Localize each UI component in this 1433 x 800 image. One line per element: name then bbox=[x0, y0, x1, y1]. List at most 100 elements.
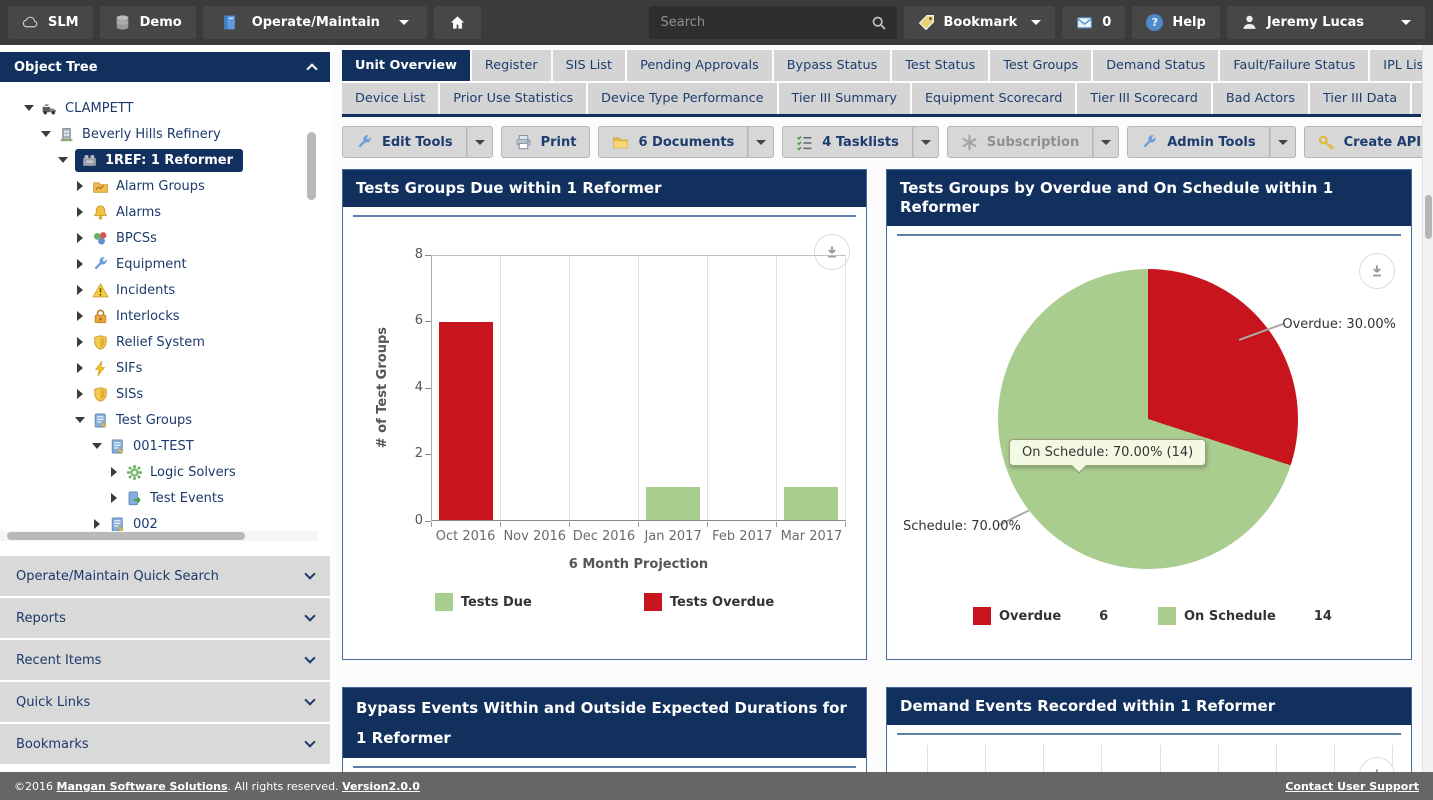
tab-tier-iii-scorecard[interactable]: Tier III Scorecard bbox=[1077, 83, 1210, 114]
tree-item-interlocks[interactable]: Interlocks bbox=[0, 303, 330, 329]
tree-horizontal-scrollbar[interactable] bbox=[0, 531, 318, 541]
tree-item-beverly-hills-refinery[interactable]: Beverly Hills Refinery bbox=[0, 121, 330, 147]
expand-arrow-icon[interactable] bbox=[75, 337, 85, 347]
create-api-button[interactable]: Create API bbox=[1304, 126, 1422, 158]
expand-arrow-icon[interactable] bbox=[75, 311, 85, 321]
admin-tools-button[interactable]: Admin Tools bbox=[1127, 126, 1269, 158]
expand-arrow-icon[interactable] bbox=[75, 181, 85, 191]
expand-arrow-icon[interactable] bbox=[109, 493, 119, 503]
tab-tier-iii-data[interactable]: Tier III Data bbox=[1310, 83, 1410, 114]
tab-device-list[interactable]: Device List bbox=[342, 83, 438, 114]
tree-item-logic-solvers[interactable]: Logic Solvers bbox=[0, 459, 330, 485]
legend-item-tests-overdue[interactable]: Tests Overdue bbox=[644, 593, 774, 611]
expand-arrow-icon[interactable] bbox=[92, 441, 102, 451]
expand-arrow-icon[interactable] bbox=[109, 467, 119, 477]
tab-ipl-list[interactable]: IPL List bbox=[1370, 50, 1422, 81]
sidebar-section-bookmarks[interactable]: Bookmarks bbox=[0, 724, 330, 764]
print-button[interactable]: Print bbox=[501, 126, 591, 158]
tab-bad-actors[interactable]: Bad Actors bbox=[1213, 83, 1308, 114]
tab-revisions[interactable]: Revisions bbox=[1412, 83, 1422, 114]
tab-equipment-scorecard[interactable]: Equipment Scorecard bbox=[912, 83, 1075, 114]
expand-arrow-icon[interactable] bbox=[75, 259, 85, 269]
user-menu[interactable]: Jeremy Lucas bbox=[1227, 6, 1425, 39]
legend-item-overdue[interactable]: Overdue 6 bbox=[973, 607, 1108, 625]
tree-item-1ref-1-reformer[interactable]: 1REF: 1 Reformer bbox=[0, 147, 330, 173]
tree-item-alarms[interactable]: Alarms bbox=[0, 199, 330, 225]
pie[interactable] bbox=[998, 269, 1298, 569]
legend-item-tests-due[interactable]: Tests Due bbox=[435, 593, 532, 611]
page-scrollbar[interactable] bbox=[1422, 45, 1433, 772]
subscription-button[interactable]: Subscription bbox=[947, 126, 1093, 158]
expand-arrow-icon[interactable] bbox=[75, 363, 85, 373]
tab-test-groups[interactable]: Test Groups bbox=[990, 50, 1091, 81]
edit-tools-dropdown[interactable] bbox=[467, 126, 493, 158]
tree-item-test-events[interactable]: Test Events bbox=[0, 485, 330, 511]
module-dropdown[interactable]: Operate/Maintain bbox=[203, 6, 427, 39]
notifications-button[interactable]: 0 bbox=[1062, 6, 1125, 39]
tree-item-clampett[interactable]: CLAMPETT bbox=[0, 95, 330, 121]
tree-vertical-scrollbar[interactable] bbox=[307, 132, 316, 200]
sidebar-section-recent-items[interactable]: Recent Items bbox=[0, 640, 330, 680]
tab-sis-list[interactable]: SIS List bbox=[553, 50, 625, 81]
tab-bypass-status[interactable]: Bypass Status bbox=[774, 50, 891, 81]
chevron-up-icon[interactable] bbox=[306, 63, 317, 74]
tab-device-type-performance[interactable]: Device Type Performance bbox=[588, 83, 776, 114]
tab-tier-iii-summary[interactable]: Tier III Summary bbox=[779, 83, 910, 114]
tree-item-siss[interactable]: SISs bbox=[0, 381, 330, 407]
tree-item-equipment[interactable]: Equipment bbox=[0, 251, 330, 277]
expand-arrow-icon[interactable] bbox=[75, 233, 85, 243]
legend-item-on-schedule[interactable]: On Schedule 14 bbox=[1158, 607, 1332, 625]
sidebar-section-quick-links[interactable]: Quick Links bbox=[0, 682, 330, 722]
tree-item-test-groups[interactable]: Test Groups bbox=[0, 407, 330, 433]
tab-register[interactable]: Register bbox=[472, 50, 551, 81]
tree-item-sifs[interactable]: SIFs bbox=[0, 355, 330, 381]
sidebar-section-quick-search[interactable]: Operate/Maintain Quick Search bbox=[0, 556, 330, 596]
selected-tree-item[interactable]: 1REF: 1 Reformer bbox=[75, 149, 243, 172]
admin-tools-dropdown[interactable] bbox=[1270, 126, 1296, 158]
download-icon bbox=[1368, 262, 1386, 280]
tab-demand-status[interactable]: Demand Status bbox=[1093, 50, 1218, 81]
brand-button[interactable]: SLM bbox=[8, 6, 93, 39]
expand-arrow-icon[interactable] bbox=[75, 285, 85, 295]
tree-item-001-test[interactable]: 001-TEST bbox=[0, 433, 330, 459]
bookmark-dropdown[interactable]: Bookmark bbox=[904, 6, 1056, 39]
expand-arrow-icon[interactable] bbox=[75, 207, 85, 217]
contact-support-link[interactable]: Contact User Support bbox=[1285, 780, 1419, 793]
version-link[interactable]: Version2.0.0 bbox=[342, 780, 420, 793]
tasklists-button[interactable]: 4 Tasklists bbox=[782, 126, 913, 158]
tab-fault-failure-status[interactable]: Fault/Failure Status bbox=[1220, 50, 1368, 81]
expand-arrow-icon[interactable] bbox=[75, 415, 85, 425]
tab-pending-approvals[interactable]: Pending Approvals bbox=[627, 50, 772, 81]
tree-item-relief-system[interactable]: Relief System bbox=[0, 329, 330, 355]
tab-prior-use-statistics[interactable]: Prior Use Statistics bbox=[440, 83, 586, 114]
download-chart-button[interactable] bbox=[1359, 253, 1395, 289]
tab-unit-overview[interactable]: Unit Overview bbox=[342, 50, 470, 81]
help-button[interactable]: Help bbox=[1132, 6, 1219, 39]
documents-dropdown[interactable] bbox=[748, 126, 774, 158]
sidebar-section-reports[interactable]: Reports bbox=[0, 598, 330, 638]
edit-tools-button[interactable]: Edit Tools bbox=[342, 126, 467, 158]
bar[interactable] bbox=[646, 487, 700, 520]
expand-arrow-icon[interactable] bbox=[58, 155, 68, 165]
tab-test-status[interactable]: Test Status bbox=[892, 50, 988, 81]
documents-button[interactable]: 6 Documents bbox=[598, 126, 748, 158]
expand-arrow-icon[interactable] bbox=[75, 389, 85, 399]
bar[interactable] bbox=[439, 322, 493, 520]
scrollbar-thumb[interactable] bbox=[7, 532, 245, 540]
home-button[interactable] bbox=[434, 6, 481, 39]
tree-item-incidents[interactable]: Incidents bbox=[0, 277, 330, 303]
company-link[interactable]: Mangan Software Solutions bbox=[57, 780, 228, 793]
environment-button[interactable]: Demo bbox=[100, 6, 196, 39]
subscription-dropdown[interactable] bbox=[1093, 126, 1119, 158]
object-tree-header[interactable]: Object Tree bbox=[0, 52, 330, 82]
bar[interactable] bbox=[784, 487, 838, 520]
expand-arrow-icon[interactable] bbox=[24, 103, 34, 113]
search-input[interactable] bbox=[659, 14, 871, 31]
search-icon[interactable] bbox=[871, 15, 887, 31]
tasklists-dropdown[interactable] bbox=[913, 126, 939, 158]
tree-item-bpcss[interactable]: BPCSs bbox=[0, 225, 330, 251]
expand-arrow-icon[interactable] bbox=[92, 519, 102, 529]
tree-item-alarm-groups[interactable]: Alarm Groups bbox=[0, 173, 330, 199]
scrollbar-thumb[interactable] bbox=[1425, 195, 1432, 239]
expand-arrow-icon[interactable] bbox=[41, 129, 51, 139]
